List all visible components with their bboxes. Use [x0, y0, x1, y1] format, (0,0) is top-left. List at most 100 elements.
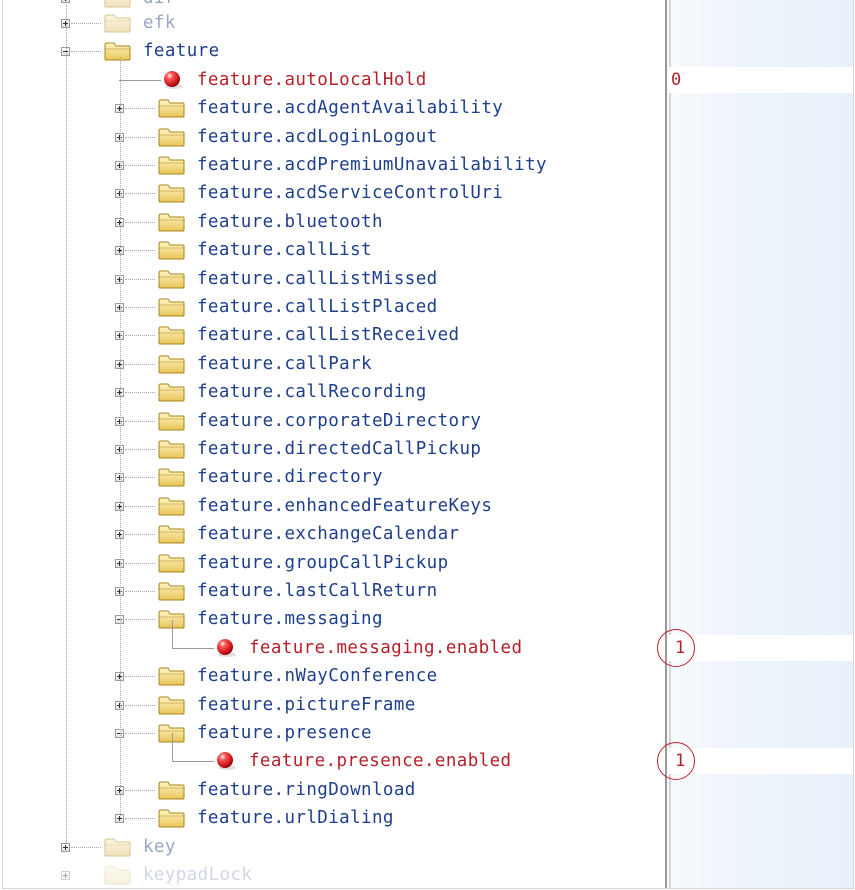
tree-folder-row[interactable]: feature.directory [3, 463, 853, 491]
folder-icon [157, 466, 187, 488]
tree-node-label: feature.callListMissed [197, 268, 438, 289]
tree-folder-row[interactable]: feature.callList [3, 236, 853, 264]
folder-icon [157, 807, 187, 829]
folder-icon [157, 410, 187, 432]
tree-node-label: feature.nWayConference [197, 666, 438, 687]
tree-folder-row[interactable]: feature.acdPremiumUnavailability [3, 151, 853, 179]
tree-node-label: feature.acdPremiumUnavailability [197, 155, 547, 175]
folder-icon [157, 353, 187, 375]
folder-icon [157, 182, 187, 204]
folder-icon [157, 665, 187, 687]
folder-icon [157, 97, 187, 119]
tree-node-label: feature.acdAgentAvailability [197, 98, 504, 119]
folder-icon [157, 694, 187, 716]
tree-node-label: feature.ringDownload [197, 779, 416, 800]
tree-row-keypadlock[interactable]: keypadLock [3, 861, 853, 888]
tree-folder-row[interactable]: feature.urlDialing [3, 804, 853, 832]
tree-node-label: feature.corporateDirectory [197, 410, 482, 431]
folder-icon [157, 211, 187, 233]
folder-icon [157, 552, 187, 574]
red-ball-icon [214, 749, 240, 771]
tree-folder-row[interactable]: feature.acdAgentAvailability [3, 94, 853, 122]
tree-folder-row[interactable]: feature.pictureFrame [3, 691, 853, 719]
tree-folder-row[interactable]: feature.presence [3, 719, 853, 747]
folder-icon [157, 154, 187, 176]
tree-folder-row[interactable]: feature.ringDownload [3, 776, 853, 804]
folder-icon [157, 438, 187, 460]
folder-icon [103, 836, 133, 858]
tree-folder-row[interactable]: feature.callListReceived [3, 321, 853, 349]
tree-node-label: feature.pictureFrame [197, 694, 416, 715]
tree-node-label: feature.presence.enabled [249, 751, 512, 772]
folder-icon [157, 268, 187, 290]
tree-folder-row[interactable]: feature.callPark [3, 350, 853, 378]
tree-node-label: feature.lastCallReturn [197, 581, 438, 601]
setting-value: 0 [671, 69, 682, 90]
plus-expander-icon[interactable] [61, 871, 70, 880]
tree-node-label: feature.urlDialing [197, 808, 394, 829]
tree-node-label: feature.directedCallPickup [197, 439, 482, 459]
tree-folder-row[interactable]: feature.lastCallReturn [3, 577, 853, 605]
folder-icon [157, 126, 187, 148]
tree-folder-row[interactable]: feature.groupCallPickup [3, 549, 853, 577]
tree-folder-row[interactable]: feature.messaging [3, 605, 853, 633]
tree-row-efk[interactable]: efk [3, 9, 853, 37]
tree-node-label: keypadLock [143, 865, 253, 885]
tree-folder-row[interactable]: feature.nWayConference [3, 662, 853, 690]
tree-folder-row[interactable]: feature.exchangeCalendar [3, 520, 853, 548]
tree-node-label: feature.callList [197, 240, 372, 261]
folder-icon [157, 324, 187, 346]
folder-icon [157, 296, 187, 318]
folder-icon [157, 523, 187, 545]
folder-icon [103, 40, 133, 62]
tree-node-label: feature.callListPlaced [197, 297, 438, 317]
tree-folder-row[interactable]: feature.callListMissed [3, 265, 853, 293]
tree-node-label: feature.acdServiceControlUri [197, 183, 504, 204]
config-tree-view: direfkfeaturefeature.autoLocalHold0featu… [2, 0, 854, 889]
folder-icon [157, 239, 187, 261]
tree-folder-row[interactable]: feature.acdServiceControlUri [3, 179, 853, 207]
tree-node-label: feature.messaging.enabled [249, 637, 523, 658]
tree-leaf-row[interactable]: feature.messaging.enabled 1 [3, 619, 853, 667]
tree-leaf-row[interactable]: feature.presence.enabled 1 [3, 733, 853, 781]
value-cell[interactable] [667, 634, 853, 661]
tree-node-label: feature.exchangeCalendar [197, 524, 460, 545]
tree-node-label: key [143, 836, 176, 857]
tree-node-label: feature.directory [197, 467, 383, 488]
red-ball-icon [161, 68, 187, 90]
tree-folder-row[interactable]: feature.callListPlaced [3, 293, 853, 321]
tree-node-label: efk [143, 13, 176, 33]
tree-folder-row[interactable]: feature.callRecording [3, 378, 853, 406]
folder-icon [157, 580, 187, 602]
tree-folder-row[interactable]: feature.bluetooth [3, 208, 853, 236]
folder-icon [103, 12, 133, 34]
tree-node-label: feature.acdLoginLogout [197, 126, 438, 147]
value-cell[interactable] [667, 66, 853, 93]
tree-leaf-row[interactable]: feature.autoLocalHold 0 [3, 66, 853, 94]
tree-node-label: feature.bluetooth [197, 211, 383, 232]
tree-node-label: feature.autoLocalHold [197, 69, 427, 90]
tree-node-label: feature.enhancedFeatureKeys [197, 495, 493, 516]
tree-node-label: feature.callListReceived [197, 325, 460, 346]
tree-node-label: feature.presence [197, 723, 372, 743]
tree-folder-row[interactable]: feature.enhancedFeatureKeys [3, 492, 853, 520]
tree-node-label: feature [143, 41, 220, 62]
red-ball-icon [214, 636, 240, 658]
plus-expander-icon[interactable] [61, 842, 70, 852]
tree-folder-row[interactable]: feature.acdLoginLogout [3, 123, 853, 151]
folder-icon [103, 0, 133, 9]
folder-icon [157, 495, 187, 517]
tree-node-label: feature.messaging [197, 609, 383, 630]
tree-node-label: feature.callRecording [197, 382, 427, 403]
tree-folder-row[interactable]: feature.corporateDirectory [3, 407, 853, 435]
value-cell[interactable] [667, 748, 853, 775]
folder-icon [103, 864, 133, 886]
folder-icon [157, 779, 187, 801]
tree-node-label: feature.groupCallPickup [197, 552, 449, 573]
tree-folder-row[interactable]: feature.directedCallPickup [3, 435, 853, 463]
tree-row-key[interactable]: key [3, 833, 853, 861]
highlight-circle [657, 628, 695, 667]
highlight-circle [657, 742, 695, 781]
tree-row-feature[interactable]: feature [3, 37, 853, 65]
tree-node-label: feature.callPark [197, 353, 372, 374]
